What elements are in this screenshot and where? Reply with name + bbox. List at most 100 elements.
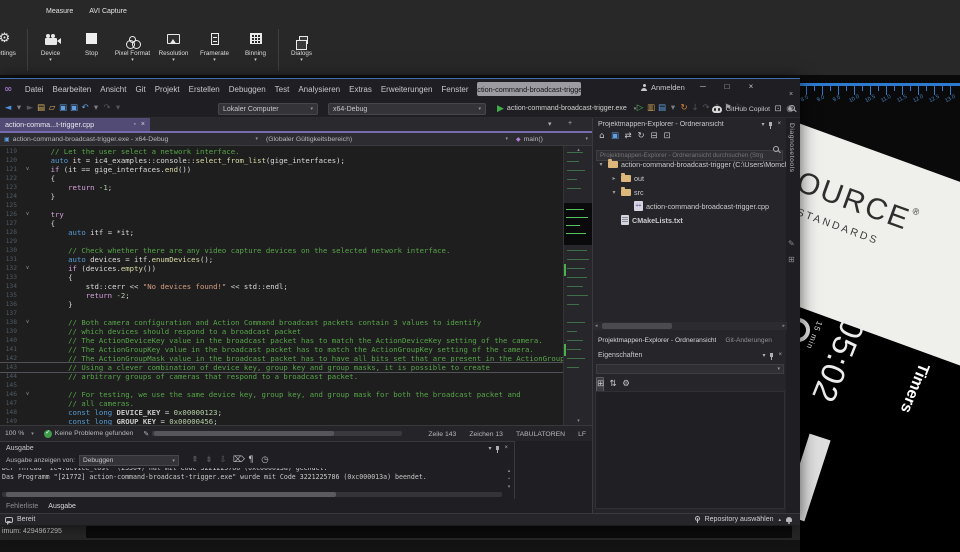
run-button[interactable]: ▶ action-command-broadcast-trigger.exe ▾ [497,103,636,114]
eol-indicator[interactable]: LF [578,431,586,438]
menu-fenster[interactable]: Fenster [437,85,473,94]
panel-tab-fehlerliste[interactable]: Fehlerliste [6,503,38,510]
target-machine-dropdown[interactable]: Lokaler Computer▾ [218,103,318,115]
close-icon[interactable]: × [778,352,782,358]
navigate-backward-icon[interactable]: ◄ [4,102,12,115]
goto-previous-message-icon[interactable]: ⇞ [191,454,199,467]
explorer-horizontal-scrollbar[interactable]: ◂ ▸ [593,322,787,330]
capture-tab-avi-capture[interactable]: AVI Capture [89,8,127,15]
fold-arrow-icon[interactable]: ∨ [22,318,33,327]
ribbon-button-pixel-format[interactable]: Pixel Format▾ [112,26,153,63]
repository-picker[interactable]: Repository auswählen [705,516,774,523]
fold-arrow-icon[interactable]: ∨ [22,264,33,273]
properties-header[interactable]: Eigenschaften ▾ × [593,349,787,361]
tree-caret-icon[interactable]: ▸ [610,175,618,182]
capture-tab-measure[interactable]: Measure [46,8,73,15]
minimize-button[interactable]: ─ [696,82,710,91]
close-tab-icon[interactable]: × [141,121,145,128]
output-vertical-scrollbar[interactable]: ▴▪▾ [505,468,513,490]
chevron-down-icon[interactable]: ▾ [488,445,491,452]
menu-analysieren[interactable]: Analysieren [294,85,345,94]
feedback-icon[interactable] [5,517,13,523]
ribbon-button-resolution[interactable]: Resolution▾ [153,26,194,63]
pin-icon[interactable] [770,353,773,357]
output-log[interactable]: Der Thread 'ic4.device_lost' (23304) hat… [2,468,504,488]
word-wrap-icon[interactable]: ¶ [247,454,255,467]
minimap[interactable]: ▴ ▾ [563,146,592,425]
layout-icon[interactable]: ⊞ [788,255,795,264]
navigate-backward-caret-icon[interactable]: ▾ [15,102,23,115]
collapse-all-icon[interactable]: ⊟ [650,130,658,143]
open-file-icon[interactable]: ▱ [48,102,56,115]
copilot-panel-icon[interactable]: ⊡ [774,103,782,116]
scrollbar-thumb[interactable] [602,323,672,329]
value-field[interactable] [86,526,792,538]
autoscroll-icon[interactable]: ⇩ [219,454,227,467]
ribbon-button-binning[interactable]: Binning▾ [235,26,276,63]
clear-all-icon[interactable]: ⌦ [233,454,241,467]
scrollbar-thumb[interactable] [154,431,334,436]
ribbon-button-framerate[interactable]: Framerate▾ [194,26,235,63]
tree-item-out[interactable]: ▸out [593,171,786,185]
tree-caret-icon[interactable]: ▾ [610,189,618,196]
problems-indicator[interactable]: Keine Probleme gefunden [39,430,139,438]
menu-debuggen[interactable]: Debuggen [224,85,270,94]
time-icon[interactable]: ◷ [261,454,269,467]
goto-next-message-icon[interactable]: ⇟ [205,454,213,467]
menu-erstellen[interactable]: Erstellen [184,85,224,94]
step-into-icon[interactable]: ↓ [691,102,699,115]
redo-icon[interactable]: ↷ [103,102,111,115]
fold-arrow-icon[interactable]: ∨ [22,390,33,399]
panel-tab-ausgabe[interactable]: Ausgabe [48,503,76,510]
scrollbar-thumb[interactable] [6,492,336,497]
tool-tab-projektmappen-explorer-ordneransicht[interactable]: Projektmappen-Explorer - Ordneransicht [598,337,716,344]
step-over-icon[interactable]: ↷ [702,102,710,115]
new-tab-icon[interactable]: + [568,120,572,127]
pin-icon[interactable] [769,122,772,126]
maximize-button[interactable]: □ [720,82,734,91]
fold-arrow-icon[interactable]: ∨ [22,210,33,219]
toolbar-caret-icon[interactable]: ▾ [669,102,677,115]
menu-erweiterungen[interactable]: Erweiterungen [376,85,437,94]
close-button[interactable]: × [744,82,758,91]
pencil-icon[interactable]: ✎ [788,239,795,248]
close-icon[interactable]: × [789,91,793,98]
chevron-down-icon[interactable]: ▾ [762,352,765,359]
search-input[interactable] [596,150,783,161]
search-icon[interactable] [789,105,795,111]
show-all-files-icon[interactable]: ⊡ [663,130,671,143]
close-icon[interactable]: × [504,445,508,451]
sync-with-active-document-icon[interactable]: ⇄ [624,130,632,143]
menu-datei[interactable]: Datei [20,85,48,94]
output-header[interactable]: Ausgabe ▾ × [0,442,514,454]
tabs-indicator[interactable]: TABULATOREN [516,431,565,438]
scroll-left-icon[interactable]: ◂ [595,323,598,329]
output-horizontal-scrollbar[interactable] [2,492,502,497]
tab-diagnosetools[interactable]: Diagnosetools [788,123,795,173]
code-editor[interactable]: 119 // Let the user select a network int… [0,146,592,425]
redo-caret-icon[interactable]: ▾ [114,102,122,115]
hot-reload-icon[interactable]: ↻ [680,102,688,115]
copilot-status[interactable]: GitHub Copilot ⊡◉ [712,103,794,116]
refresh-icon[interactable]: ↻ [637,130,645,143]
ribbon-button-dialogs[interactable]: Dialogs▾ [281,26,322,63]
save-all-icon[interactable]: ▣ [70,102,78,115]
output-source-dropdown[interactable]: Debuggen▾ [79,455,179,466]
tree-item-src[interactable]: ▾src [593,185,786,199]
chevron-down-icon[interactable]: ▾ [761,121,764,128]
menu-test[interactable]: Test [270,85,294,94]
undo-caret-icon[interactable]: ▾ [92,102,100,115]
switch-views-icon[interactable]: ▣ [611,130,619,143]
tree-item-cmakelists-txt[interactable]: CMakeLists.txt [593,213,786,227]
save-icon[interactable]: ▣ [59,102,67,115]
minimap-viewport[interactable] [564,203,592,245]
menu-git[interactable]: Git [131,85,150,94]
menu-extras[interactable]: Extras [345,85,377,94]
close-icon[interactable]: × [777,121,781,127]
ribbon-button-stop[interactable]: Stop▾ [71,26,112,63]
navigate-forward-icon[interactable]: ► [26,102,34,115]
fold-arrow-icon[interactable]: ∨ [22,165,33,174]
menu-bearbeiten[interactable]: Bearbeiten [48,85,96,94]
properties-object-dropdown[interactable]: ▾ [596,364,784,374]
configuration-dropdown[interactable]: x64-Debug▾ [328,103,486,115]
